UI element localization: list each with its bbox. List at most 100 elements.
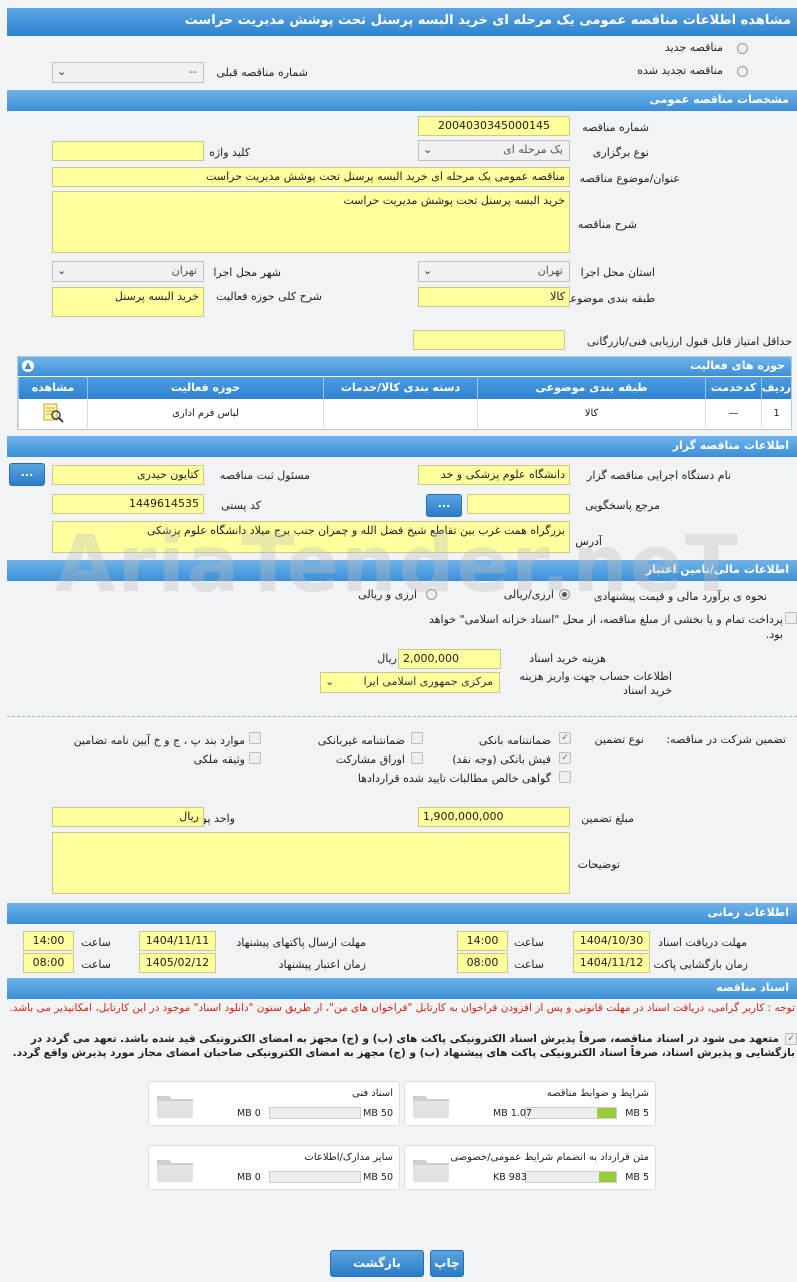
doc-box-max: 5 MB: [625, 1172, 649, 1183]
chevron-down-icon: ⌄: [423, 143, 433, 156]
description-label: شرح مناقصه: [577, 218, 637, 231]
number-label: شماره مناقصه: [582, 121, 649, 134]
time-word-1: ساعت: [514, 936, 544, 949]
bank-receipt-checkbox[interactable]: ✓: [559, 752, 571, 764]
doc-receive-label: مهلت دریافت اسناد: [658, 936, 747, 949]
doc-box-max: 50 MB: [363, 1172, 393, 1183]
section-documents: اسناد مناقصه: [7, 978, 797, 999]
keyword-field[interactable]: [52, 141, 204, 161]
property-label: وثیقه ملکی: [193, 753, 245, 766]
col-service-code: کدخدمت: [705, 377, 761, 399]
doc-box-current: 0 MB: [237, 1172, 261, 1183]
chevron-down-icon: ⌄: [57, 264, 67, 277]
col-activity: حوزه فعالیت: [87, 377, 323, 399]
activity-desc-label: شرح کلی حوزه فعالیت: [216, 290, 322, 303]
chevron-down-icon: ⌄: [325, 675, 335, 688]
back-button[interactable]: بازگشت: [330, 1250, 424, 1277]
cell-category: کالا: [477, 400, 705, 428]
min-score-field: [413, 330, 565, 350]
claims-checkbox[interactable]: [559, 771, 571, 783]
city-label: شهر محل اجرا: [213, 266, 281, 279]
bonds-label: اوراق مشارکت: [335, 753, 405, 766]
min-score-label: حداقل امتیاز قابل قبول ارزیابی فنی/بازرگ…: [587, 335, 792, 348]
bonds-checkbox[interactable]: [411, 752, 423, 764]
doc-cost-field: 2,000,000: [398, 649, 501, 669]
print-button[interactable]: چاپ: [430, 1250, 464, 1277]
section-timing: اطلاعات زمانی: [7, 903, 797, 924]
time-word-3: ساعت: [514, 958, 544, 971]
account-select[interactable]: ⌄ مرکزی جمهوری اسلامی ایرا: [320, 672, 500, 693]
activity-table: حوزه های فعالیت ▲ ردیف کدخدمت طبقه بندی م…: [17, 356, 792, 430]
currency-unit-field: ریال: [52, 807, 204, 827]
folder-icon: [413, 1096, 449, 1118]
doc-receive-time: 14:00: [457, 931, 508, 951]
amount-field: 1,900,000,000: [418, 807, 570, 827]
prev-number-label: شماره مناقصه قبلی: [216, 66, 308, 79]
doc-box-other[interactable]: سایر مدارک/اطلاعات 50 MB 0 MB: [148, 1145, 400, 1190]
view-document-icon[interactable]: [18, 400, 87, 428]
doc-box-progress: [525, 1107, 617, 1119]
property-checkbox[interactable]: [249, 752, 261, 764]
doc-box-max: 5 MB: [625, 1108, 649, 1119]
new-tender-label: مناقصه جدید: [664, 41, 723, 54]
registrar-lookup-button[interactable]: ...: [9, 463, 45, 486]
activity-table-title: حوزه های فعالیت ▲: [18, 357, 791, 376]
amount-label: مبلغ تضمین: [581, 812, 634, 825]
org-label: نام دستگاه اجرایی مناقصه گزار: [587, 469, 731, 482]
postal-label: کد پستی: [221, 499, 261, 512]
divider: [7, 716, 797, 717]
ref-lookup-button[interactable]: ...: [426, 494, 462, 517]
doc-box-technical[interactable]: اسناد فنی 50 MB 0 MB: [148, 1081, 400, 1126]
open-label: زمان بازگشایی پاکت ها: [640, 958, 748, 971]
clauses-checkbox[interactable]: [249, 732, 261, 744]
hold-type-label: نوع برگزاری: [592, 146, 649, 159]
renewed-tender-radio[interactable]: [737, 66, 748, 77]
doc-cost-unit: ریال: [377, 652, 397, 665]
folder-icon: [157, 1096, 193, 1118]
documents-note: توجه : کاربر گرامی، دریافت اسناد در مهلت…: [9, 1002, 795, 1014]
treasury-checkbox[interactable]: [785, 612, 797, 624]
col-goods-group: دسته بندی کالا/خدمات: [323, 377, 477, 399]
col-view: مشاهده: [18, 377, 87, 399]
new-tender-radio[interactable]: [737, 43, 748, 54]
cell-service-code: —: [705, 400, 761, 428]
hold-type-select[interactable]: ⌄ یک مرحله ای: [418, 140, 570, 161]
time-word-4: ساعت: [81, 958, 111, 971]
province-select[interactable]: ⌄ تهران: [418, 261, 570, 282]
valid-label: زمان اعتبار پیشنهاد: [278, 958, 366, 971]
doc-box-contract[interactable]: متن قرارداد به انضمام شرایط عمومی/خصوصی …: [404, 1145, 656, 1190]
clauses-label: موارد بند پ ، ج و خ آیین نامه تضامین: [73, 734, 245, 747]
section-general: مشخصات مناقصه عمومی: [7, 90, 797, 111]
notes-field: [52, 832, 570, 894]
nonbank-guarantee-checkbox[interactable]: [411, 732, 423, 744]
number-field: 2004030345000145: [418, 116, 570, 136]
valid-date: 1405/02/12: [139, 953, 216, 973]
time-word-2: ساعت: [81, 936, 111, 949]
section-organizer: اطلاعات مناقصه گزار: [7, 436, 797, 457]
subject-label: عنوان/موضوع مناقصه: [579, 172, 680, 185]
keyword-label: کلید واژه: [209, 146, 250, 159]
description-field: خرید البسه پرسنل تحت پوشش مدیریت حراست: [52, 191, 570, 253]
doc-receive-date: 1404/10/30: [573, 931, 650, 951]
prev-number-select[interactable]: ⌄ --: [52, 62, 204, 83]
doc-box-progress: [269, 1107, 361, 1119]
chevron-down-icon: ⌄: [423, 264, 433, 277]
doc-box-current: 983 KB: [493, 1172, 527, 1183]
commit-text: متعهد می شود در اسناد مناقصه، صرفاً پذیر…: [12, 1033, 795, 1059]
bank-guarantee-label: ضمانتنامه بانکی: [478, 734, 551, 747]
participation-label: تضمین شرکت در مناقصه:: [666, 733, 786, 746]
doc-box-terms[interactable]: شرایط و ضوابط مناقصه 5 MB 1.07 MB: [404, 1081, 656, 1126]
treasury-text: پرداخت تمام و یا بخشی از مبلغ مناقصه، از…: [428, 613, 783, 641]
doc-box-current: 1.07 MB: [493, 1108, 532, 1119]
collapse-icon[interactable]: ▲: [22, 360, 34, 372]
page-title: مشاهده اطلاعات مناقصه عمومی یک مرحله ای …: [7, 8, 797, 36]
account-label: اطلاعات حساب جهت واریز هزینه خرید اسناد: [519, 670, 672, 697]
send-date: 1404/11/11: [139, 931, 216, 951]
nonbank-guarantee-label: ضمانتنامه غیربانکی: [317, 734, 405, 747]
city-select[interactable]: ⌄ تهران: [52, 261, 204, 282]
doc-box-title: سایر مدارک/اطلاعات: [304, 1152, 393, 1163]
bank-guarantee-checkbox[interactable]: ✓: [559, 732, 571, 744]
registrar-field: کتایون حیدری: [52, 465, 204, 485]
registrar-label: مسئول ثبت مناقصه: [219, 469, 310, 482]
chevron-down-icon: ⌄: [57, 65, 67, 78]
